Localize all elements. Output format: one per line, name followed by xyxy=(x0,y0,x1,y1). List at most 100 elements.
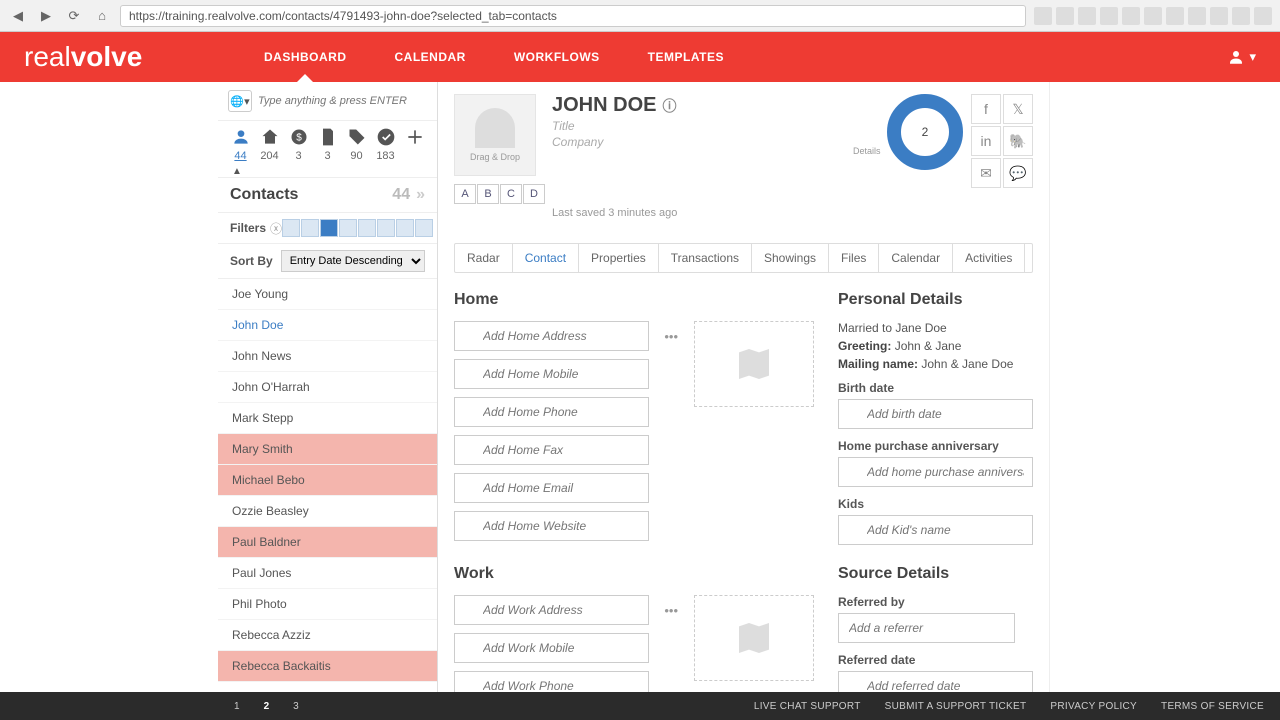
contact-item[interactable]: Mary Smith xyxy=(218,434,437,465)
ext-icon[interactable] xyxy=(1078,7,1096,25)
tab-contacts[interactable] xyxy=(228,127,254,150)
facebook-icon[interactable]: f xyxy=(971,94,1001,124)
ext-icon[interactable] xyxy=(1144,7,1162,25)
work-address-input[interactable] xyxy=(454,595,649,625)
contact-item[interactable]: John O'Harrah xyxy=(218,372,437,403)
filter-chip[interactable] xyxy=(339,219,357,237)
nav-dashboard[interactable]: DASHBOARD xyxy=(264,50,347,64)
ext-icon[interactable] xyxy=(1056,7,1074,25)
more-icon[interactable]: ••• xyxy=(660,603,682,618)
contact-item[interactable]: Michael Bebo xyxy=(218,465,437,496)
contact-item[interactable]: Mark Stepp xyxy=(218,403,437,434)
contact-title-field[interactable]: Title xyxy=(552,119,677,133)
contact-item[interactable]: Paul Baldner xyxy=(218,527,437,558)
detail-tab-calendar[interactable]: Calendar xyxy=(879,244,953,272)
logo[interactable]: realvolve xyxy=(24,41,224,73)
detail-tab-contact[interactable]: Contact xyxy=(513,244,579,272)
home-button[interactable]: ⌂ xyxy=(92,6,112,26)
ext-icon[interactable] xyxy=(1166,7,1184,25)
filter-chip[interactable] xyxy=(415,219,433,237)
referred-by-input[interactable] xyxy=(838,613,1015,643)
detail-tab-radar[interactable]: Radar xyxy=(455,244,513,272)
home-email-input[interactable] xyxy=(454,473,649,503)
footer-link[interactable]: PRIVACY POLICY xyxy=(1050,701,1137,712)
ext-icon[interactable] xyxy=(1232,7,1250,25)
home-fax-input[interactable] xyxy=(454,435,649,465)
detail-tab-transactions[interactable]: Transactions xyxy=(659,244,752,272)
contact-list[interactable]: Joe YoungJohn DoeJohn NewsJohn O'HarrahM… xyxy=(218,279,437,720)
url-bar[interactable]: https://training.realvolve.com/contacts/… xyxy=(120,5,1026,27)
tab-tags[interactable] xyxy=(344,127,370,150)
home-phone-input[interactable] xyxy=(454,397,649,427)
linkedin-icon[interactable]: in xyxy=(971,126,1001,156)
evernote-icon[interactable]: 🐘 xyxy=(1003,126,1033,156)
grade-a[interactable]: A xyxy=(454,184,476,204)
contact-company-field[interactable]: Company xyxy=(552,135,677,149)
detail-tab-activities[interactable]: Activities xyxy=(953,244,1025,272)
more-icon[interactable]: ••• xyxy=(660,329,682,344)
contact-item[interactable]: Joe Young xyxy=(218,279,437,310)
filter-chip[interactable] xyxy=(320,219,338,237)
nav-calendar[interactable]: CALENDAR xyxy=(395,50,466,64)
grade-c[interactable]: C xyxy=(500,184,522,204)
contact-item[interactable]: Paul Jones xyxy=(218,558,437,589)
chevron-right-icon[interactable]: » xyxy=(416,186,425,204)
page-2[interactable]: 2 xyxy=(264,701,270,712)
tab-documents[interactable] xyxy=(315,127,341,150)
detail-tab-email[interactable]: Email xyxy=(1025,244,1033,272)
page-3[interactable]: 3 xyxy=(293,701,299,712)
nav-templates[interactable]: TEMPLATES xyxy=(648,50,724,64)
ext-icon[interactable] xyxy=(1034,7,1052,25)
detail-tab-files[interactable]: Files xyxy=(829,244,879,272)
filter-chip[interactable] xyxy=(282,219,300,237)
ext-icon[interactable] xyxy=(1188,7,1206,25)
contact-item[interactable]: John News xyxy=(218,341,437,372)
birth-date-input[interactable] xyxy=(838,399,1033,429)
info-icon[interactable]: ⓘ xyxy=(662,96,676,116)
detail-tab-properties[interactable]: Properties xyxy=(579,244,659,272)
twitter-icon[interactable]: 𝕏 xyxy=(1003,94,1033,124)
search-input[interactable] xyxy=(258,95,427,107)
chat-icon[interactable]: 💬 xyxy=(1003,158,1033,188)
ext-icon[interactable] xyxy=(1210,7,1228,25)
home-address-input[interactable] xyxy=(454,321,649,351)
home-mobile-input[interactable] xyxy=(454,359,649,389)
forward-button[interactable]: ▶ xyxy=(36,6,56,26)
tab-transactions[interactable]: $ xyxy=(286,127,312,150)
tab-tasks[interactable] xyxy=(373,127,399,150)
contact-item[interactable]: Phil Photo xyxy=(218,589,437,620)
detail-tab-showings[interactable]: Showings xyxy=(752,244,829,272)
footer-link[interactable]: TERMS OF SERVICE xyxy=(1161,701,1264,712)
filter-chip[interactable] xyxy=(301,219,319,237)
kids-input[interactable] xyxy=(838,515,1033,545)
reload-button[interactable]: ⟳ xyxy=(64,6,84,26)
ext-icon[interactable] xyxy=(1122,7,1140,25)
filter-chip[interactable] xyxy=(358,219,376,237)
home-website-input[interactable] xyxy=(454,511,649,541)
back-button[interactable]: ◀ xyxy=(8,6,28,26)
page-1[interactable]: 1 xyxy=(234,701,240,712)
contact-item[interactable]: John Doe xyxy=(218,310,437,341)
footer-link[interactable]: SUBMIT A SUPPORT TICKET xyxy=(885,701,1027,712)
grade-d[interactable]: D xyxy=(523,184,545,204)
anniversary-input[interactable] xyxy=(838,457,1033,487)
nav-workflows[interactable]: WORKFLOWS xyxy=(514,50,600,64)
search-scope[interactable]: 🌐▾ xyxy=(228,90,252,112)
sort-select[interactable]: Entry Date Descending xyxy=(281,250,425,272)
filter-chip[interactable] xyxy=(377,219,395,237)
ext-icon[interactable] xyxy=(1100,7,1118,25)
menu-icon[interactable] xyxy=(1254,7,1272,25)
grade-b[interactable]: B xyxy=(477,184,499,204)
filters-clear-icon[interactable]: ⓧ xyxy=(270,220,282,237)
work-mobile-input[interactable] xyxy=(454,633,649,663)
tab-properties[interactable] xyxy=(257,127,283,150)
footer-link[interactable]: LIVE CHAT SUPPORT xyxy=(754,701,861,712)
contact-item[interactable]: Rebecca Backaitis xyxy=(218,651,437,682)
contact-item[interactable]: Rebecca Azziz xyxy=(218,620,437,651)
contact-item[interactable]: Ozzie Beasley xyxy=(218,496,437,527)
filter-chip[interactable] xyxy=(396,219,414,237)
email-icon[interactable]: ✉ xyxy=(971,158,1001,188)
tab-add[interactable] xyxy=(402,127,428,150)
user-menu[interactable]: ▾ xyxy=(1227,48,1256,66)
avatar[interactable]: Drag & Drop xyxy=(454,94,536,176)
